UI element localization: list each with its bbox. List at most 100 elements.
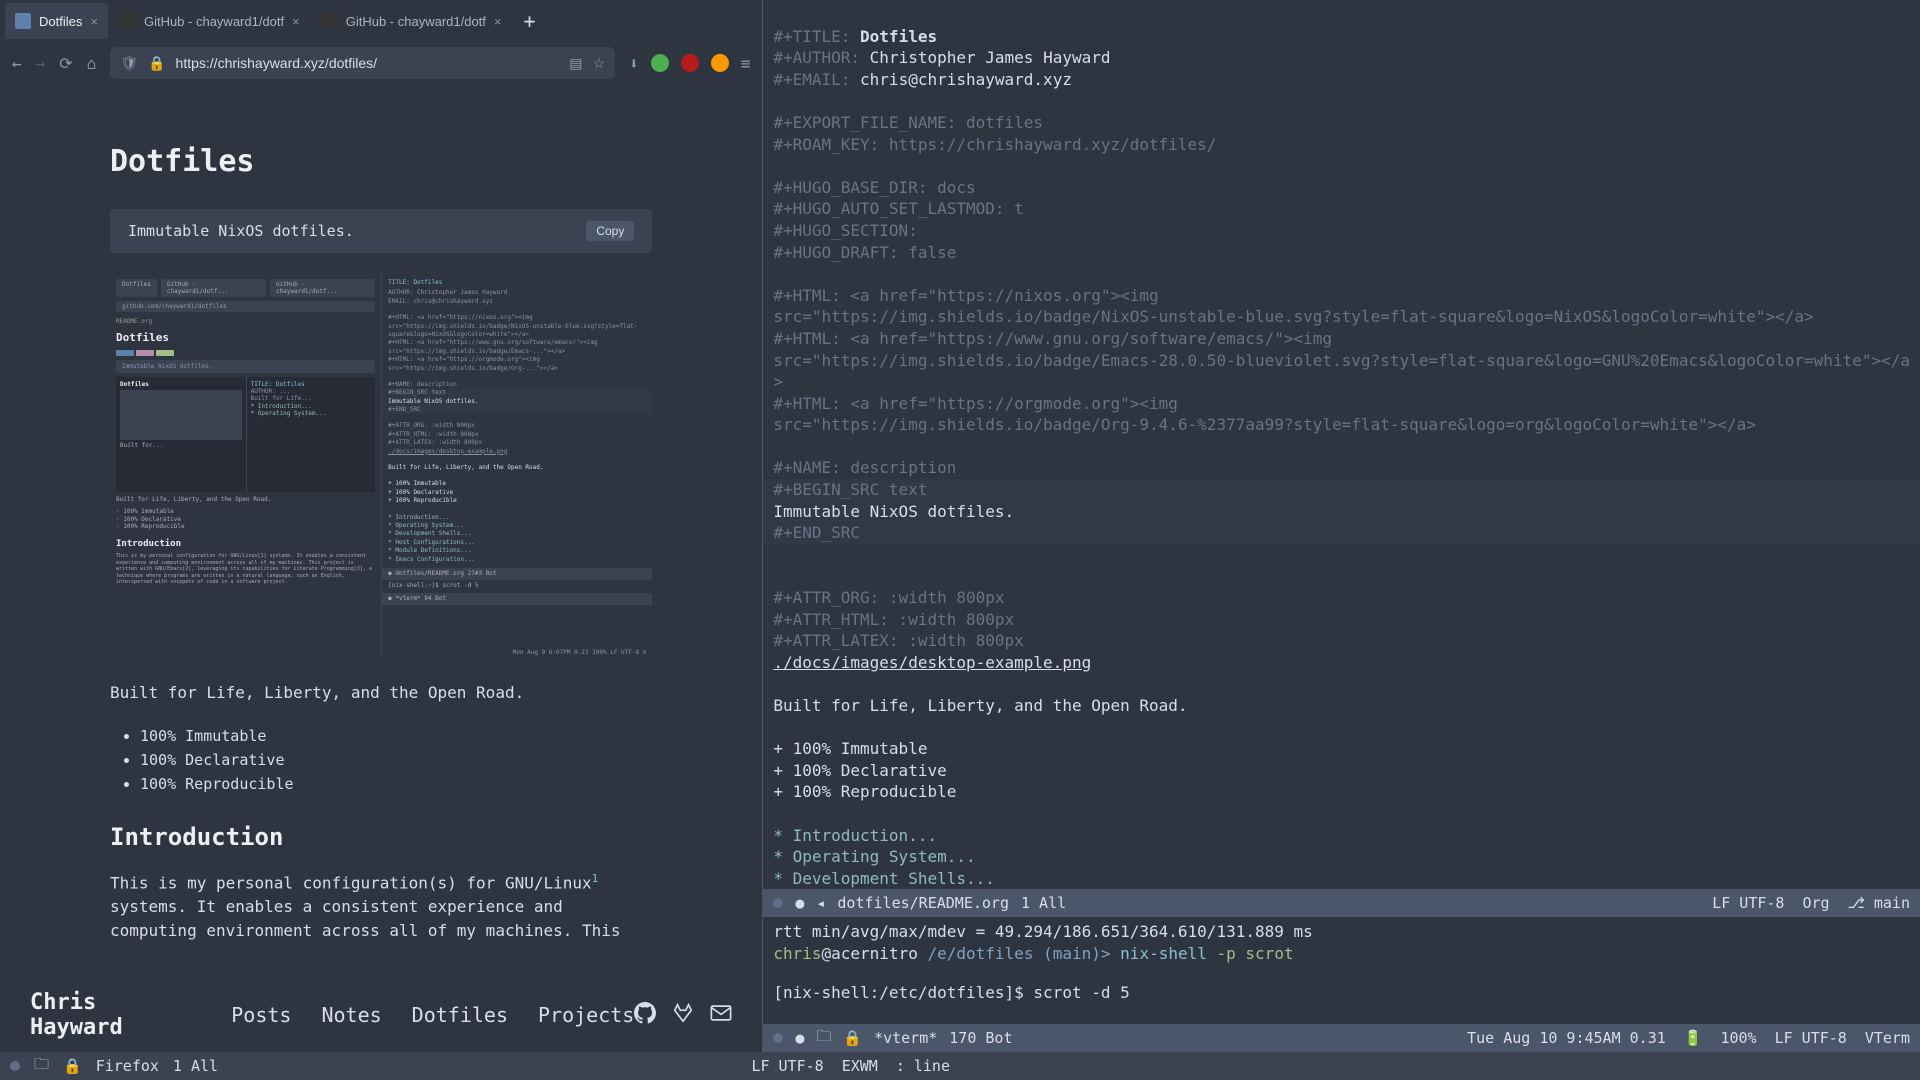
extension-icon[interactable] <box>681 54 699 72</box>
lock-icon: 🔒 <box>148 55 165 72</box>
ss-r-heading: * Host Configurations... <box>388 539 646 547</box>
org-end-src: #+END_SRC <box>773 523 860 542</box>
url-bar[interactable]: 🛡 🔒 https://chrishayward.xyz/dotfiles/ ▤… <box>110 47 615 79</box>
term-host: acernitro <box>831 944 918 963</box>
intro-text: This is my personal configuration(s) for… <box>110 873 592 892</box>
org-value: Christopher James Hayward <box>870 48 1111 67</box>
page-content[interactable]: Dotfiles Immutable NixOS dotfiles. Copy … <box>0 84 762 978</box>
git-branch: ⎇ main <box>1848 894 1910 912</box>
bookmark-icon[interactable]: ☆ <box>592 55 605 72</box>
nav-link-posts[interactable]: Posts <box>231 1003 291 1027</box>
ss-badge <box>116 350 134 356</box>
global-status-bar: 🗀 🔒 Firefox 1 All LF UTF-8 EXWM : line <box>0 1052 1920 1080</box>
org-value: chris@chrishayward.xyz <box>860 70 1072 89</box>
ss-r-heading: * Introduction... <box>388 514 646 522</box>
org-line: #+HUGO_AUTO_SET_LASTMOD: t <box>773 199 1023 218</box>
browser-tab-active[interactable]: Dotfiles × <box>5 3 108 39</box>
feature-list: 100% Immutable 100% Declarative 100% Rep… <box>110 727 652 793</box>
buffer-name: dotfiles/README.org <box>837 894 1009 912</box>
footnote-ref[interactable]: 1 <box>592 872 599 885</box>
close-icon[interactable]: × <box>90 14 98 29</box>
org-title: Dotfiles <box>860 27 937 46</box>
reload-icon[interactable]: ⟳ <box>59 54 72 73</box>
ss-r-heading: * Operating System... <box>388 522 646 530</box>
org-keyword: #+TITLE: <box>773 27 850 46</box>
battery-pct: 100% <box>1720 1029 1756 1047</box>
org-heading[interactable]: * Introduction... <box>773 826 937 845</box>
url-text: https://chrishayward.xyz/dotfiles/ <box>176 55 560 71</box>
pocket-icon[interactable]: ⬇ <box>629 54 639 73</box>
home-icon[interactable]: ⌂ <box>87 54 97 73</box>
datetime: Tue Aug 10 9:45AM 0.31 <box>1467 1029 1666 1047</box>
ss-term: [nix-shell:~]$ scrot -d 5 <box>388 582 646 590</box>
forward-icon[interactable]: → <box>36 54 46 73</box>
ss-bullet: · 100% Reproducible <box>116 523 375 531</box>
nav-link-notes[interactable]: Notes <box>321 1003 381 1027</box>
shield-icon: 🛡 <box>120 55 138 72</box>
email-icon[interactable] <box>710 1002 732 1029</box>
encoding: LF UTF-8 <box>751 1057 823 1075</box>
ss-tab: GitHub - chayward1/dotf... <box>161 279 266 297</box>
org-line: #+ATTR_HTML: :width 800px <box>773 610 1014 629</box>
ss-r-heading: * Development Shells... <box>388 530 646 538</box>
save-icon: ● <box>795 894 804 912</box>
org-bullet: + 100% Declarative <box>773 761 946 780</box>
dir-icon: 🗀 <box>34 1054 49 1079</box>
org-line: #+HUGO_DRAFT: false <box>773 243 956 262</box>
ss-intro-text: This is my personal configuration for GN… <box>116 553 375 586</box>
ss-r-bullet: + 100% Declarative <box>388 489 646 497</box>
back-icon[interactable]: ← <box>12 54 22 73</box>
ss-r-line: EMAIL: chris@chrishayward.xyz <box>388 298 646 306</box>
nav-link-dotfiles[interactable]: Dotfiles <box>412 1003 508 1027</box>
screenshot-image: Dotfiles GitHub - chayward1/dotf... GitH… <box>110 273 652 658</box>
term-command: scrot -d 5 <box>1033 983 1129 1002</box>
browser-tab[interactable]: GitHub - chayward1/dotf × <box>110 3 310 39</box>
browser-tab[interactable]: GitHub - chayward1/dotf × <box>312 3 512 39</box>
term-arg: -p scrot <box>1217 944 1294 963</box>
org-link[interactable]: ./docs/images/desktop-example.png <box>773 653 1091 672</box>
org-bullet: + 100% Immutable <box>773 739 927 758</box>
org-line: > <box>773 372 783 391</box>
save-icon: ● <box>795 1029 804 1047</box>
extension-icon[interactable] <box>711 54 729 72</box>
gitlab-icon[interactable] <box>672 1002 694 1029</box>
close-icon[interactable]: × <box>292 14 300 29</box>
org-bullet: + 100% Reproducible <box>773 782 956 801</box>
terminal-mode-line: ● 🗀 🔒 *vterm* 170 Bot Tue Aug 10 9:45AM … <box>763 1024 1920 1052</box>
buffer-name: Firefox <box>96 1057 159 1075</box>
ss-r-line: TITLE: Dotfiles <box>388 279 646 287</box>
org-line: src="https://img.shields.io/badge/Emacs-… <box>773 351 1910 370</box>
intro-paragraph: This is my personal configuration(s) for… <box>110 871 652 943</box>
battery-icon: 🔋 <box>1684 1029 1703 1047</box>
dir-icon: 🗀 <box>816 1026 831 1051</box>
reader-icon[interactable]: ▤ <box>569 55 582 72</box>
editor-buffer[interactable]: #+TITLE: Dotfiles #+AUTHOR: Christopher … <box>763 0 1920 889</box>
ss-built: Built for Life, Liberty, and the Open Ro… <box>116 496 375 504</box>
org-heading[interactable]: * Development Shells... <box>773 869 995 888</box>
site-brand[interactable]: Chris Hayward <box>30 990 191 1040</box>
tagline: Built for Life, Liberty, and the Open Ro… <box>110 683 652 702</box>
copy-button[interactable]: Copy <box>586 221 634 241</box>
encoding: LF UTF-8 <box>1712 894 1784 912</box>
menu-icon[interactable]: ≡ <box>741 54 751 73</box>
org-line: src="https://img.shields.io/badge/NixOS-… <box>773 307 1813 326</box>
code-block: Immutable NixOS dotfiles. Copy <box>110 209 652 253</box>
ss-bullet: · 100% Declarative <box>116 516 375 524</box>
ss-tab: GitHub - chayward1/dotf... <box>270 279 375 297</box>
org-heading[interactable]: * Operating System... <box>773 847 975 866</box>
list-item: 100% Immutable <box>140 727 652 745</box>
ss-r-heading: * Emacs Configuration... <box>388 556 646 564</box>
terminal-buffer[interactable]: rtt min/avg/max/mdev = 49.294/186.651/36… <box>763 917 1920 1024</box>
ss-readme: README.org <box>116 318 375 325</box>
major-mode: Org <box>1802 894 1829 912</box>
close-icon[interactable]: × <box>494 14 502 29</box>
extension-icon[interactable] <box>651 54 669 72</box>
org-line: #+HUGO_SECTION: <box>773 221 918 240</box>
github-icon[interactable] <box>634 1002 656 1029</box>
status-dot-icon <box>773 1033 783 1043</box>
terminal-prompt-line: [nix-shell:/etc/dotfiles]$ scrot -d 5 <box>773 982 1910 1004</box>
nav-link-projects[interactable]: Projects <box>538 1003 634 1027</box>
terminal-output: rtt min/avg/max/mdev = 49.294/186.651/36… <box>773 921 1910 943</box>
add-tab-button[interactable]: + <box>514 9 546 33</box>
org-line: #+ATTR_ORG: :width 800px <box>773 588 1004 607</box>
